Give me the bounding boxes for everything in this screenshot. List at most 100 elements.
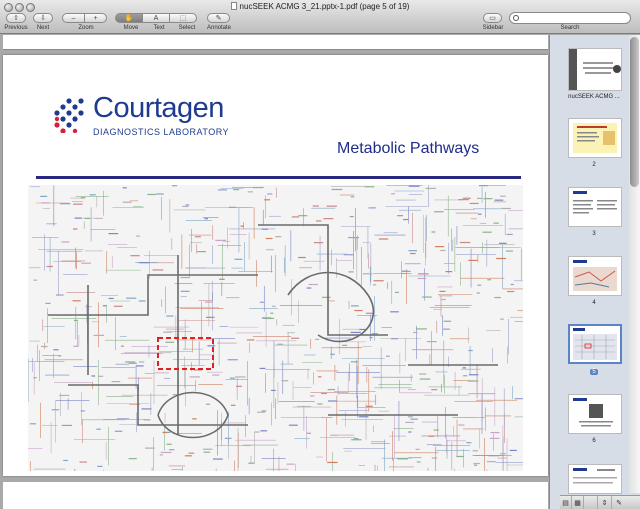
pathway-label-mark <box>315 338 320 340</box>
text-tool-button[interactable]: A <box>142 13 170 23</box>
pathway-label-mark <box>180 276 190 279</box>
pathway-label-mark <box>445 270 453 273</box>
rotate-button[interactable]: ⇕ <box>598 496 612 509</box>
sidebar-scroll-thumb[interactable] <box>630 37 639 187</box>
pathway-label-mark <box>98 375 104 377</box>
pathway-label-mark <box>354 437 359 440</box>
pathway-label-mark <box>33 377 37 379</box>
previous-button[interactable]: ⇧ <box>6 13 26 23</box>
preview-window: nucSEEK ACMG 3_21.pptx-1.pdf (page 5 of … <box>0 0 640 509</box>
pathway-label-mark <box>368 207 376 209</box>
pathway-label-mark <box>130 255 140 257</box>
pathway-label-mark <box>514 398 523 400</box>
pathway-label-mark <box>182 205 189 208</box>
contact-sheet-button[interactable]: ▦ <box>572 496 584 509</box>
pathway-label-mark <box>509 449 517 452</box>
pathway-label-mark <box>156 193 164 195</box>
pathway-label-mark <box>40 345 48 348</box>
pathway-label-mark <box>358 416 369 418</box>
pathway-label-mark <box>394 291 399 293</box>
pathway-label-mark <box>184 455 192 457</box>
pathway-label-mark <box>433 211 444 213</box>
pathway-label-mark <box>348 236 359 239</box>
thumbnail-image <box>573 191 617 214</box>
pathway-label-mark <box>160 451 172 454</box>
pathway-label-mark <box>213 458 223 460</box>
thumbnail-page-7[interactable] <box>568 464 622 494</box>
select-label: Select <box>178 25 196 31</box>
pathway-label-mark <box>192 418 197 420</box>
thumbnail-page-4[interactable] <box>568 256 622 296</box>
pathway-label-mark <box>219 278 225 280</box>
metabolic-pathway-map <box>28 185 523 471</box>
pathway-label-mark <box>416 461 421 463</box>
pathway-label-mark <box>254 431 260 433</box>
pathway-label-mark <box>440 298 446 301</box>
pathway-label-mark <box>351 305 359 307</box>
pathway-label-mark <box>483 198 493 200</box>
pathway-label-mark <box>500 195 506 197</box>
pathway-label-mark <box>487 279 492 281</box>
annotation-tool-button[interactable]: ✎ <box>612 496 626 509</box>
next-button[interactable]: ⇩ <box>33 13 53 23</box>
pathway-label-mark <box>369 336 373 339</box>
pathway-label-mark <box>159 454 163 456</box>
search-field[interactable] <box>509 12 631 24</box>
thumbnail-label-3: 3 <box>592 231 596 237</box>
document-view[interactable]: Courtagen DIAGNOSTICS LABORATORY Metabol… <box>0 35 549 509</box>
next-label: Next <box>36 25 50 31</box>
pathway-label-mark <box>469 202 479 205</box>
window-title: nucSEEK ACMG 3_21.pptx-1.pdf (page 5 of … <box>0 2 640 11</box>
sidebar-button[interactable]: ▭ <box>483 13 502 23</box>
pathway-label-mark <box>145 447 155 449</box>
thumbnail-page-3[interactable] <box>568 187 622 227</box>
pathway-label-mark <box>341 344 348 346</box>
pathway-label-mark <box>349 216 354 218</box>
pathway-label-mark <box>408 431 412 433</box>
pathway-label-mark <box>120 345 125 347</box>
pathway-label-mark <box>73 345 79 347</box>
thumbnail-label-1: nucSEEK ACMG ... <box>568 94 620 100</box>
pathway-label-mark <box>136 235 140 237</box>
pathway-label-mark <box>264 317 275 320</box>
pathway-label-mark <box>61 241 70 243</box>
thumbnail-page-1[interactable] <box>568 48 622 91</box>
pathway-label-mark <box>467 380 479 382</box>
pathway-label-mark <box>125 361 136 363</box>
pathway-label-mark <box>488 455 500 457</box>
move-label: Move <box>123 25 139 31</box>
thumbnail-page-2[interactable] <box>568 118 622 158</box>
current-page[interactable]: Courtagen DIAGNOSTICS LABORATORY Metabol… <box>3 55 548 476</box>
move-tool-button[interactable]: ✋ <box>115 13 143 23</box>
title-divider <box>36 176 521 179</box>
thumbnail-label-5: 5 <box>561 369 627 375</box>
pathway-label-mark <box>298 215 308 217</box>
annotate-button[interactable]: ✎ <box>207 13 230 23</box>
next-page-edge <box>3 482 548 509</box>
pathway-label-mark <box>162 431 168 434</box>
pathway-label-mark <box>402 270 411 272</box>
pathway-label-mark <box>41 202 50 204</box>
pathway-label-mark <box>402 218 409 221</box>
pathway-label-mark <box>433 429 439 431</box>
pathway-label-mark <box>81 262 91 264</box>
zoom-out-button[interactable]: – <box>62 13 85 23</box>
pathway-label-mark <box>202 448 213 450</box>
pathway-label-mark <box>317 376 322 378</box>
sidebar-scrollbar[interactable] <box>629 35 640 493</box>
previous-label: Previous <box>4 25 28 31</box>
zoom-in-button[interactable]: + <box>84 13 107 23</box>
pathway-label-mark <box>260 430 268 432</box>
pathway-label-mark <box>51 409 60 411</box>
thumbnail-label-4: 4 <box>592 300 596 306</box>
select-tool-button[interactable]: ⬚ <box>169 13 197 23</box>
thumbnail-page-5[interactable] <box>568 324 622 364</box>
pathway-label-mark <box>261 410 267 412</box>
pathway-label-mark <box>89 194 96 196</box>
thumbnail-page-6[interactable] <box>568 394 622 434</box>
thumbnails-view-button[interactable]: ▤ <box>560 496 572 509</box>
pathway-label-mark <box>135 365 144 367</box>
pathway-label-mark <box>108 297 114 300</box>
pathway-label-mark <box>350 254 354 256</box>
courtagen-logo-subtitle: DIAGNOSTICS LABORATORY <box>93 127 230 137</box>
